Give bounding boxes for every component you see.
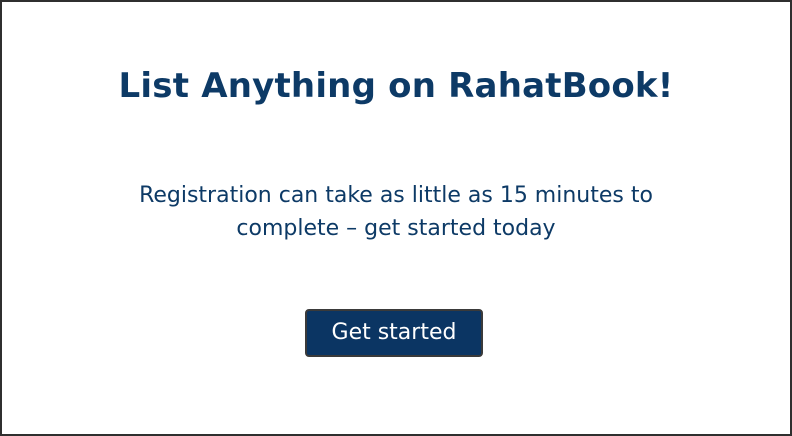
promo-card: List Anything on RahatBook! Registration… [0, 0, 792, 436]
get-started-button[interactable]: Get started [305, 309, 483, 357]
promo-title: List Anything on RahatBook! [118, 66, 674, 106]
promo-description: Registration can take as little as 15 mi… [139, 183, 653, 241]
